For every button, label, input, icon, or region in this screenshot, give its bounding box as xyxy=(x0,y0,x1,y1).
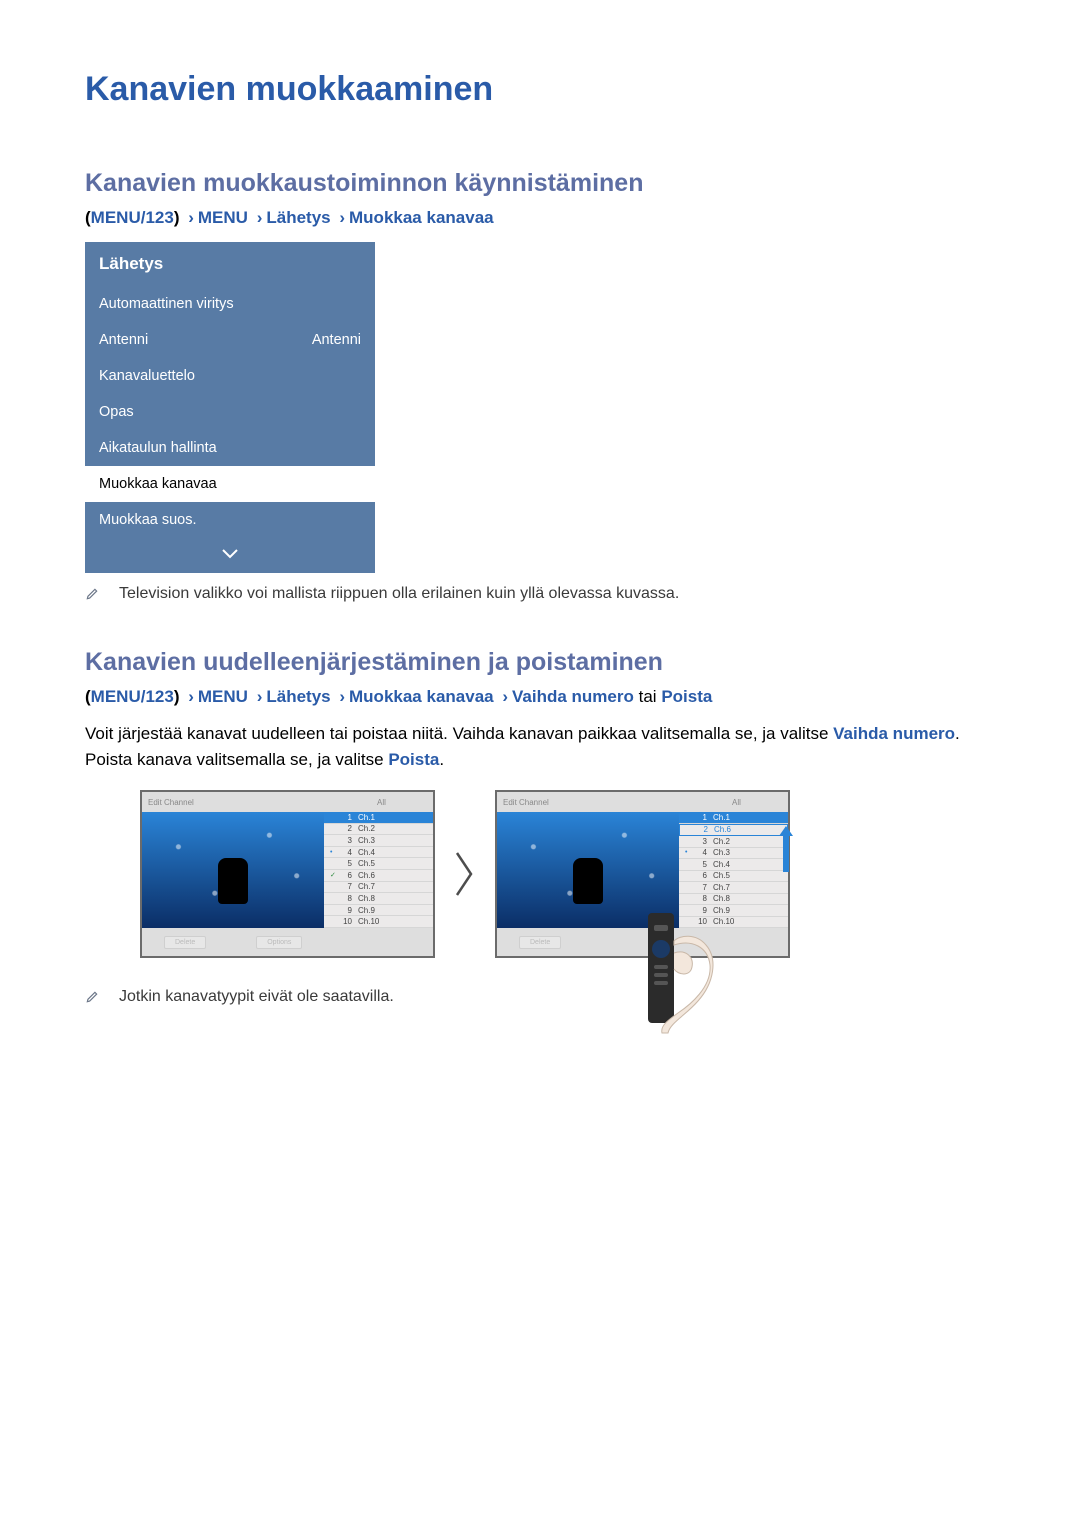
channel-row[interactable]: 1Ch.1 xyxy=(679,812,788,824)
hand-with-remote-illustration xyxy=(620,905,720,1035)
broadcast-menu: Lähetys Automaattinen viritysAntenniAnte… xyxy=(85,242,375,573)
channel-row[interactable]: 7Ch.7 xyxy=(324,882,433,894)
section2-heading: Kanavien uudelleenjärjestäminen ja poist… xyxy=(85,648,995,677)
channel-row[interactable]: •4Ch.3 xyxy=(679,848,788,860)
channel-row[interactable]: 5Ch.5 xyxy=(324,858,433,870)
channel-row[interactable]: 8Ch.8 xyxy=(679,894,788,906)
chevron-right-icon xyxy=(453,849,477,899)
channel-row[interactable]: 2Ch.6 xyxy=(679,824,788,837)
menu-item[interactable]: Aikataulun hallinta xyxy=(85,430,375,466)
section1-path: (MENU/123) ›MENU ›Lähetys ›Muokkaa kanav… xyxy=(85,208,995,228)
menu-item[interactable]: Automaattinen viritys xyxy=(85,286,375,322)
menu-item[interactable]: Muokkaa suos. xyxy=(85,502,375,538)
menu-item[interactable]: Kanavaluettelo xyxy=(85,358,375,394)
channel-row[interactable]: 8Ch.8 xyxy=(324,893,433,905)
section2-path: (MENU/123) ›MENU ›Lähetys ›Muokkaa kanav… xyxy=(85,687,995,707)
channel-row[interactable]: 3Ch.3 xyxy=(324,835,433,847)
channel-row[interactable]: 6Ch.5 xyxy=(679,871,788,883)
pencil-icon xyxy=(85,990,103,1009)
menu-more-icon xyxy=(85,538,375,573)
menu-item[interactable]: Muokkaa kanavaa xyxy=(85,466,375,502)
menu-item[interactable]: AntenniAntenni xyxy=(85,322,375,358)
section2-note: Jotkin kanavatyypit eivät ole saatavilla… xyxy=(85,988,995,1009)
channel-row[interactable]: 2Ch.2 xyxy=(324,824,433,836)
channel-row[interactable]: 7Ch.7 xyxy=(679,882,788,894)
pencil-icon xyxy=(85,587,103,606)
section2-body: Voit järjestää kanavat uudelleen tai poi… xyxy=(85,721,995,772)
channel-row[interactable]: 10Ch.10 xyxy=(324,916,433,928)
channel-row[interactable]: 5Ch.4 xyxy=(679,859,788,871)
screenshot-left: Edit ChannelAll 1Ch.12Ch.23Ch.3•4Ch.45Ch… xyxy=(140,790,435,958)
channel-row[interactable]: 1Ch.1 xyxy=(324,812,433,824)
channel-row[interactable]: 3Ch.2 xyxy=(679,836,788,848)
menu-header: Lähetys xyxy=(85,242,375,286)
channel-row[interactable]: 9Ch.9 xyxy=(324,905,433,917)
move-up-arrow-icon xyxy=(779,826,793,872)
menu-item[interactable]: Opas xyxy=(85,394,375,430)
channel-row[interactable]: •4Ch.4 xyxy=(324,847,433,859)
channel-row[interactable]: ✓6Ch.6 xyxy=(324,870,433,882)
section1-note: Television valikko voi mallista riippuen… xyxy=(85,585,995,606)
screenshots-row: Edit ChannelAll 1Ch.12Ch.23Ch.3•4Ch.45Ch… xyxy=(140,790,995,958)
page-title: Kanavien muokkaaminen xyxy=(85,70,995,109)
section1-heading: Kanavien muokkaustoiminnon käynnistämine… xyxy=(85,169,995,198)
